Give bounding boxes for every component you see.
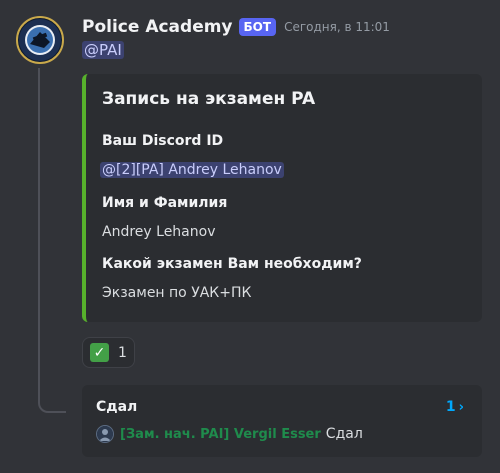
thread-connector-line	[38, 68, 66, 413]
message-header: Police Academy БОТ Сегодня, в 11:01	[82, 17, 390, 37]
thread-preview[interactable]: Сдал 1 › [Зам. нач. PAI] Vergil Esser Сда…	[82, 385, 482, 457]
embed-field-value: Andrey Lehanov	[102, 224, 216, 240]
embed-field-name: Ваш Discord ID	[102, 133, 224, 149]
embed-field-name: Имя и Фамилия	[102, 195, 228, 211]
reaction-count: 1	[118, 344, 127, 361]
chevron-right-icon: ›	[458, 400, 464, 415]
last-message-text: Сдал	[325, 426, 363, 442]
user-avatar-icon	[97, 426, 113, 442]
bot-avatar[interactable]	[16, 16, 64, 64]
last-message-author[interactable]: [Зам. нач. PAI] Vergil Esser	[120, 427, 321, 442]
thread-count-value: 1	[445, 399, 456, 415]
author-name[interactable]: Police Academy	[82, 17, 233, 37]
thread-message-count[interactable]: 1 ›	[446, 399, 464, 415]
embed-field-name: Какой экзамен Вам необходим?	[102, 256, 362, 272]
message-content: @PAI	[82, 40, 124, 59]
role-mention[interactable]: @PAI	[82, 41, 124, 59]
bot-tag: БОТ	[238, 18, 277, 36]
reaction-button[interactable]: ✓ 1	[82, 337, 135, 368]
message-timestamp[interactable]: Сегодня, в 11:01	[284, 20, 390, 34]
thread-name[interactable]: Сдал	[96, 399, 137, 415]
avatar	[96, 425, 114, 443]
embed-card: Запись на экзамен PA Ваш Discord ID @[2]…	[82, 74, 482, 322]
embed-field-value: Экзамен по УАК+ПК	[102, 285, 252, 301]
embed-title: Запись на экзамен PA	[102, 89, 316, 109]
police-academy-logo-icon	[19, 19, 61, 61]
thread-last-message: [Зам. нач. PAI] Vergil Esser Сдал	[96, 425, 363, 443]
check-mark-button-icon: ✓	[90, 343, 109, 362]
user-mention[interactable]: @[2][PA] Andrey Lehanov	[100, 162, 284, 178]
